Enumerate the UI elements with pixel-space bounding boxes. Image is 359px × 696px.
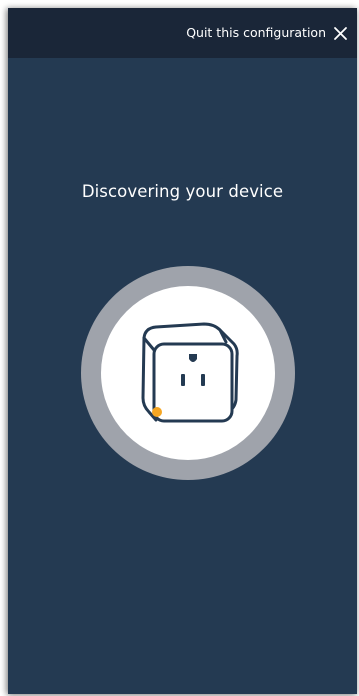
device-disc [101,286,275,460]
device-discovery-ring [81,266,295,480]
smart-plug-icon [141,322,239,423]
app-screen: Quit this configuration Discovering your… [8,8,357,694]
page-title: Discovering your device [81,182,284,201]
close-icon[interactable] [333,26,348,41]
status-led [152,407,162,417]
quit-configuration-label: Quit this configuration [186,25,326,40]
quit-configuration-button[interactable]: Quit this configuration [186,23,348,43]
top-bar: Quit this configuration [8,8,357,58]
